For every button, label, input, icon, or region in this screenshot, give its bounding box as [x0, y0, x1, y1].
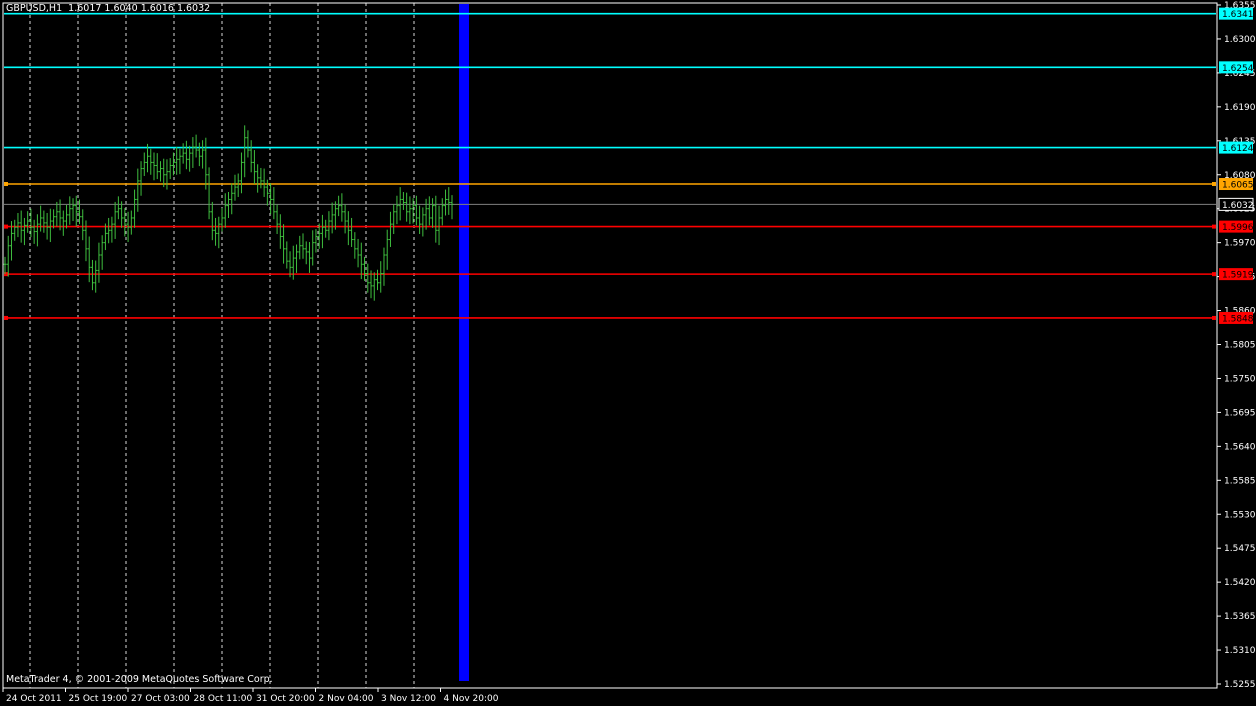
- level-label-2: 1.6124: [1222, 144, 1254, 154]
- y-tick-label-20: 1.5255: [1224, 680, 1256, 690]
- chart-plot-area[interactable]: [2, 2, 1218, 689]
- symbol-name: GBPUSD,H1: [6, 3, 63, 14]
- time-axis: 24 Oct 2011 25 Oct 19:00 27 Oct 03:00 28 Oc…: [2, 688, 499, 704]
- level-handle-right-4: [1212, 224, 1216, 229]
- y-tick-label-15: 1.5530: [1224, 510, 1256, 520]
- x-tick-label-3: 28 Oct 11:00: [194, 694, 253, 704]
- y-tick-label-12: 1.5695: [1224, 408, 1256, 418]
- chart-window[interactable]: 1.63551.63001.62451.61901.61351.60801.60…: [0, 0, 1256, 706]
- x-tick-label-7: 4 Nov 20:00: [444, 694, 499, 704]
- current-price-label: 1.6032: [1222, 201, 1254, 211]
- level-label-6: 1.5848: [1222, 314, 1254, 324]
- level-handle-right-6: [1212, 315, 1216, 320]
- symbol-header: GBPUSD,H1 1.6017 1.6040 1.6016 1.6032: [6, 3, 210, 14]
- x-tick-label-1: 25 Oct 19:00: [69, 694, 128, 704]
- y-tick-label-13: 1.5640: [1224, 442, 1256, 452]
- level-handle-left-6: [4, 315, 8, 320]
- y-tick-label-17: 1.5420: [1224, 578, 1256, 588]
- level-handle-right-5: [1212, 272, 1216, 277]
- y-tick-label-18: 1.5365: [1224, 612, 1256, 622]
- x-tick-label-0: 24 Oct 2011: [6, 694, 62, 704]
- x-tick-label-5: 2 Nov 04:00: [319, 694, 374, 704]
- vertical-band-layer: [459, 4, 469, 681]
- x-tick-label-4: 31 Oct 20:00: [256, 694, 315, 704]
- price-chart[interactable]: 1.63551.63001.62451.61901.61351.60801.60…: [0, 0, 1256, 706]
- level-label-1: 1.6254: [1222, 64, 1254, 74]
- copyright-text: MetaTrader 4, © 2001-2009 MetaQuotes Sof…: [6, 674, 273, 685]
- y-tick-label-16: 1.5475: [1224, 544, 1256, 554]
- y-tick-label-14: 1.5585: [1224, 476, 1256, 486]
- y-tick-label-3: 1.6190: [1224, 103, 1256, 113]
- x-tick-label-2: 27 Oct 03:00: [131, 694, 190, 704]
- level-label-4: 1.5996: [1222, 223, 1254, 233]
- level-handle-left-3: [4, 182, 8, 187]
- x-tick-label-6: 3 Nov 12:00: [381, 694, 436, 704]
- level-handle-right-3: [1212, 182, 1216, 187]
- price-labels-layer: 1.6341 1.6254 1.6124 1.6065 1.5996 1.5919 1.58…: [1218, 7, 1254, 324]
- y-tick-label-11: 1.5750: [1224, 374, 1256, 384]
- level-handle-left-4: [4, 224, 8, 229]
- level-label-5: 1.5919: [1222, 271, 1254, 281]
- y-tick-label-1: 1.6300: [1224, 35, 1256, 45]
- y-tick-label-7: 1.5970: [1224, 239, 1256, 249]
- y-tick-label-19: 1.5310: [1224, 646, 1256, 656]
- level-label-3: 1.6065: [1222, 181, 1254, 191]
- y-tick-label-10: 1.5805: [1224, 341, 1256, 351]
- ohlc-values: 1.6017 1.6040 1.6016 1.6032: [68, 3, 211, 14]
- level-label-0: 1.6341: [1222, 10, 1254, 20]
- vertical-band: [459, 4, 469, 681]
- price-axis: 1.63551.63001.62451.61901.61351.60801.60…: [1217, 1, 1256, 690]
